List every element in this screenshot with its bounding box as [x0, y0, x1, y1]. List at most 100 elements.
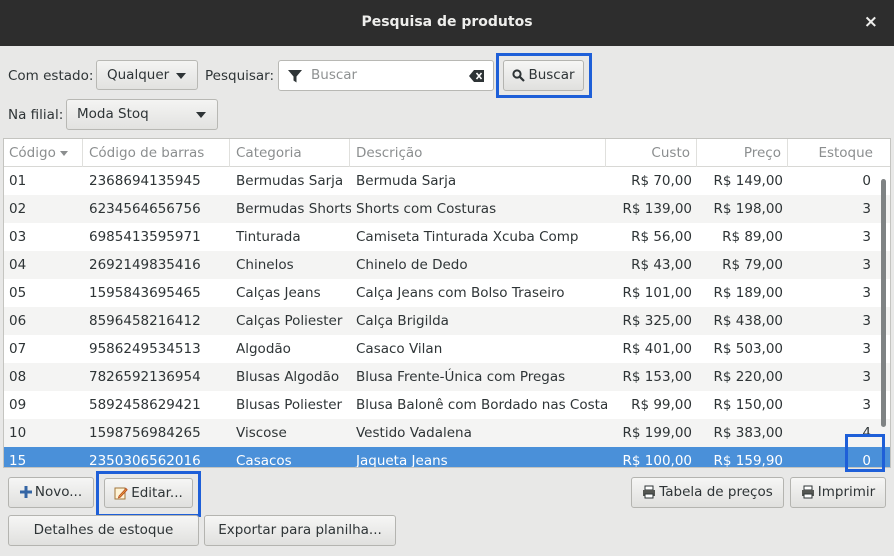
cell-description: Jaqueta Jeans: [356, 453, 448, 468]
edit-button-label: Editar...: [131, 485, 183, 501]
new-button[interactable]: Novo...: [8, 477, 94, 508]
table-row[interactable]: 07 9586249534513 Algodão Casaco Vilan R$ 401…: [4, 335, 890, 363]
new-button-label: Novo...: [34, 484, 83, 500]
plus-icon: [19, 486, 32, 498]
search-button-label: Buscar: [528, 67, 575, 83]
column-header-stock[interactable]: Estoque: [789, 139, 879, 167]
cell-cost: R$ 325,00: [622, 313, 693, 329]
cell-cost: R$ 101,00: [622, 285, 693, 301]
table-row[interactable]: 08 7826592136954 Blusas Algodão Blusa Frent…: [4, 363, 890, 391]
cell-code: 04: [9, 257, 27, 273]
cell-cost: R$ 56,00: [631, 229, 692, 245]
column-header-description[interactable]: Descrição: [351, 139, 606, 167]
printer-icon: [643, 485, 656, 499]
cell-category: Bermudas Sarja: [236, 173, 344, 189]
column-header-price[interactable]: Preço: [698, 139, 788, 167]
cell-stock: 3: [862, 341, 871, 357]
edit-icon: [114, 487, 128, 500]
cell-category: Blusas Poliester: [236, 397, 343, 413]
cell-cost: R$ 139,00: [622, 201, 693, 217]
cell-cost: R$ 70,00: [631, 173, 692, 189]
cell-price: R$ 189,00: [713, 285, 784, 301]
column-header-category[interactable]: Categoria: [231, 139, 350, 167]
cell-description: Blusa Frente-Única com Pregas: [356, 369, 566, 385]
column-header-cost[interactable]: Custo: [607, 139, 697, 167]
cell-stock: 3: [862, 257, 871, 273]
table-row[interactable]: 02 6234564656756 Bermudas Shorts Shorts com…: [4, 195, 890, 223]
cell-barcode: 2368694135945: [89, 173, 201, 189]
table-header: Código Código de barras Categoria Descri…: [4, 139, 890, 167]
search-input[interactable]: Buscar: [278, 60, 494, 91]
price-table-button[interactable]: Tabela de preços: [631, 477, 784, 508]
table-row[interactable]: 01 2368694135945 Bermudas Sarja Bermuda Sar…: [4, 167, 890, 195]
cell-barcode: 9586249534513: [89, 341, 201, 357]
cell-category: Calças Poliester: [236, 313, 343, 329]
table-row[interactable]: 10 1598756984265 Viscose Vestido Vadalena R$…: [4, 419, 890, 447]
cell-barcode: 6234564656756: [89, 201, 201, 217]
cell-description: Bermuda Sarja: [356, 173, 457, 189]
close-icon[interactable]: ×: [864, 12, 878, 32]
cell-description: Calça Brigilda: [356, 313, 449, 329]
cell-price: R$ 89,00: [722, 229, 783, 245]
branch-combo-value: Moda Stoq: [77, 106, 149, 122]
cell-stock: 3: [862, 397, 871, 413]
cell-code: 01: [9, 173, 27, 189]
cell-code: 10: [9, 425, 27, 441]
status-combo-value: Qualquer: [107, 67, 170, 83]
column-header-barcode[interactable]: Código de barras: [84, 139, 230, 167]
table-row[interactable]: 06 8596458216412 Calças Poliester Calça Bri…: [4, 307, 890, 335]
cell-price: R$ 198,00: [713, 201, 784, 217]
chevron-down-icon: [176, 73, 186, 79]
table-row[interactable]: 04 2692149835416 Chinelos Chinelo de Dedo R$…: [4, 251, 890, 279]
cell-stock: 3: [862, 313, 871, 329]
search-placeholder: Buscar: [311, 67, 358, 83]
scrollbar[interactable]: [881, 179, 886, 427]
cell-description: Camiseta Tinturada Xcuba Comp: [356, 229, 579, 245]
cell-code: 02: [9, 201, 27, 217]
cell-stock: 3: [862, 201, 871, 217]
status-combo[interactable]: Qualquer: [96, 60, 198, 90]
status-label: Com estado:: [8, 68, 94, 84]
cell-category: Blusas Algodão: [236, 369, 340, 385]
table-row[interactable]: 15 2350306562016 Casacos Jaqueta Jeans R$ 10…: [4, 447, 890, 468]
table-row[interactable]: 09 5892458629421 Blusas Poliester Blusa Bal…: [4, 391, 890, 419]
cell-barcode: 7826592136954: [89, 369, 201, 385]
cell-description: Shorts com Costuras: [356, 201, 497, 217]
cell-cost: R$ 153,00: [622, 369, 693, 385]
cell-cost: R$ 100,00: [622, 453, 693, 468]
cell-stock: 4: [862, 425, 871, 441]
table-row[interactable]: 05 1595843695465 Calças Jeans Calça Jeans c…: [4, 279, 890, 307]
edit-button[interactable]: Editar...: [104, 478, 193, 508]
dialog-content: Com estado: Qualquer Pesquisar: Buscar B…: [0, 46, 894, 556]
search-icon: [512, 68, 526, 82]
cell-code: 05: [9, 285, 27, 301]
search-label: Pesquisar:: [205, 68, 275, 84]
print-button[interactable]: Imprimir: [790, 477, 886, 508]
table-row[interactable]: 03 6985413595971 Tinturada Camiseta Tintura…: [4, 223, 890, 251]
cell-category: Casacos: [236, 453, 292, 468]
cell-barcode: 5892458629421: [89, 397, 201, 413]
products-table[interactable]: Código Código de barras Categoria Descri…: [3, 138, 891, 468]
clear-icon[interactable]: [469, 69, 485, 83]
branch-label: Na filial:: [8, 107, 64, 123]
cell-description: Vestido Vadalena: [356, 425, 472, 441]
cell-barcode: 8596458216412: [89, 313, 201, 329]
export-button[interactable]: Exportar para planilha...: [204, 515, 396, 546]
stock-details-button[interactable]: Detalhes de estoque: [8, 515, 199, 546]
cell-code: 06: [9, 313, 27, 329]
cell-price: R$ 503,00: [713, 341, 784, 357]
cell-price: R$ 438,00: [713, 313, 784, 329]
cell-category: Bermudas Shorts: [236, 201, 351, 217]
cell-code: 08: [9, 369, 27, 385]
cell-code: 09: [9, 397, 27, 413]
cell-category: Tinturada: [236, 229, 301, 245]
search-button[interactable]: Buscar: [503, 60, 584, 91]
branch-combo[interactable]: Moda Stoq: [66, 99, 218, 130]
sort-descending-icon: [59, 150, 68, 156]
column-header-code[interactable]: Código: [4, 139, 83, 167]
print-button-label: Imprimir: [817, 484, 876, 500]
cell-price: R$ 220,00: [713, 369, 784, 385]
cell-code: 03: [9, 229, 27, 245]
title-bar: Pesquisa de produtos ×: [0, 0, 894, 46]
cell-barcode: 1595843695465: [89, 285, 201, 301]
